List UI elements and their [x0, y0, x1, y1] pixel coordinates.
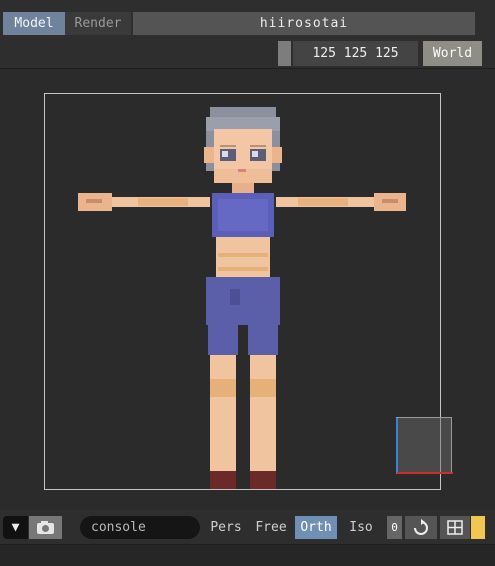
triangle-down-icon: ▼ — [11, 520, 20, 535]
background-color-field[interactable]: 125 125 125 — [293, 41, 418, 66]
bottom-toolbar: ▼ console Pers Free Orth Iso 0 — [0, 510, 495, 544]
background-color-swatch[interactable] — [278, 41, 291, 66]
top-bar: Model Render hiirosotai — [0, 0, 495, 40]
screenshot-button[interactable] — [29, 516, 62, 539]
world-toggle-button[interactable]: World — [423, 41, 482, 66]
x-axis-line — [397, 472, 453, 474]
view-orth-button[interactable]: Orth — [295, 516, 337, 539]
grid-icon — [447, 520, 463, 535]
view-pers-button[interactable]: Pers — [208, 516, 244, 539]
highlight-toggle-button[interactable] — [471, 516, 485, 539]
zero-button[interactable]: 0 — [387, 516, 402, 539]
view-iso-button[interactable]: Iso — [345, 516, 377, 539]
grid-toggle-button[interactable] — [440, 516, 470, 539]
viewport[interactable] — [0, 69, 495, 510]
z-axis-line — [396, 418, 398, 474]
model-name-field[interactable]: hiirosotai — [133, 12, 475, 35]
voxel-character-model — [78, 107, 406, 489]
menu-button[interactable]: ▼ — [3, 516, 28, 539]
tab-render[interactable]: Render — [65, 12, 131, 35]
status-footer — [0, 544, 495, 566]
color-toolbar: 125 125 125 World — [0, 40, 495, 69]
console-input[interactable]: console — [80, 516, 200, 539]
reset-view-button[interactable] — [405, 516, 437, 539]
camera-icon — [37, 521, 54, 534]
rotate-reset-icon — [414, 519, 428, 535]
orientation-gizmo[interactable] — [396, 417, 453, 474]
view-free-button[interactable]: Free — [253, 516, 289, 539]
tab-model[interactable]: Model — [3, 12, 65, 35]
